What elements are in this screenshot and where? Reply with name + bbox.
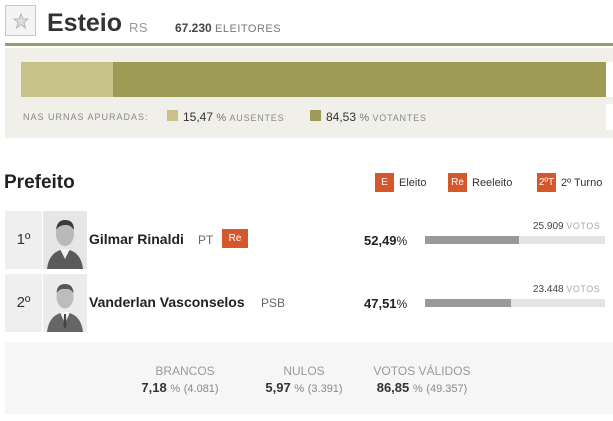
absent-stat: 15,47 % AUSENTES <box>183 110 284 124</box>
voters-pct: 84,53 <box>326 110 357 124</box>
candidate-party: PT <box>198 233 214 247</box>
candidate-pct-value: 47,51 <box>364 296 397 311</box>
candidate-votes: 23.448 VOTOS <box>533 284 600 295</box>
voters-count: 67.230 ELEITORES <box>175 21 281 35</box>
turnout-label: NAS URNAS APURADAS: <box>23 112 149 122</box>
null-votes-value: 5,97 % (3.391) <box>239 380 369 395</box>
candidate-votes: 25.909 VOTOS <box>533 221 600 232</box>
vote-bar-fill <box>425 236 520 244</box>
absent-pct: 15,47 <box>183 110 214 124</box>
candidate-photo <box>43 211 87 269</box>
elected-badge: E <box>375 173 394 192</box>
vote-bar-fill <box>425 299 511 307</box>
blank-votes-pct: 7,18 <box>141 380 167 395</box>
candidate-photo <box>43 274 87 332</box>
candidate-name: Vanderlan Vasconselos <box>89 294 245 310</box>
voters-label: ELEITORES <box>215 23 282 35</box>
candidate-party: PSB <box>261 296 286 310</box>
voters-legend-swatch <box>310 110 321 121</box>
turnout-bar <box>21 62 613 97</box>
turnout-bar-edge <box>606 62 613 97</box>
header-divider <box>5 43 613 46</box>
absent-legend-swatch <box>167 110 178 121</box>
valid-votes-label: VOTOS VÁLIDOS <box>373 364 471 378</box>
candidate-pct-value: 52,49 <box>364 233 397 248</box>
votes-count: 23.448 <box>533 284 564 295</box>
candidate-status-badge: Re <box>222 229 248 248</box>
vote-bar-track <box>425 299 605 307</box>
turnout-panel-edge <box>606 104 613 130</box>
candidate-rank: 2º <box>5 274 42 332</box>
null-votes-label: NULOS <box>283 364 325 378</box>
percent-sign: % <box>294 383 305 395</box>
votes-count: 25.909 <box>533 221 564 232</box>
valid-votes-count: (49.357) <box>426 383 468 395</box>
voters-stat: 84,53 % VOTANTES <box>326 110 427 124</box>
state-code: RS <box>129 20 149 35</box>
candidate-rank: 1º <box>5 211 42 269</box>
candidate-photo-image <box>43 211 87 269</box>
second-round-badge: 2ºT <box>537 173 556 192</box>
voters-turnout-label: VOTANTES <box>372 113 427 123</box>
percent-sign: % <box>396 297 408 311</box>
null-votes-pct: 5,97 <box>265 380 291 395</box>
votes-label: VOTOS <box>566 284 601 294</box>
blank-votes-value: 7,18 % (4.081) <box>115 380 245 395</box>
candidate-row[interactable]: 2º Vanderlan Vasconselos PSB 47,51% 23.4… <box>5 274 613 332</box>
favorite-star-button[interactable] <box>5 5 36 36</box>
valid-votes-pct: 86,85 <box>376 380 410 395</box>
second-round-legend-label: 2º Turno <box>561 177 603 189</box>
reelected-badge: Re <box>448 173 467 192</box>
percent-sign: % <box>359 112 370 124</box>
blank-votes-count: (4.081) <box>183 383 219 395</box>
percent-sign: % <box>216 112 227 124</box>
candidate-photo-image <box>43 274 87 332</box>
vote-bar-track <box>425 236 605 244</box>
star-icon <box>13 13 29 29</box>
elected-legend-label: Eleito <box>399 177 427 189</box>
blank-votes-label: BRANCOS <box>155 364 215 378</box>
candidate-percentage: 52,49% <box>364 233 407 248</box>
percent-sign: % <box>396 234 408 248</box>
reelected-legend-label: Reeleito <box>472 177 513 189</box>
absent-label: AUSENTES <box>229 113 285 123</box>
voters-number: 67.230 <box>175 21 212 35</box>
null-votes-count: (3.391) <box>307 383 343 395</box>
candidate-row[interactable]: 1º Gilmar Rinaldi PT Re 52,49% 25.909 VO… <box>5 211 613 269</box>
summary-panel: BRANCOS 7,18 % (4.081) NULOS 5,97 % (3.3… <box>5 342 613 414</box>
votes-label: VOTOS <box>566 221 601 231</box>
valid-votes-value: 86,85 % (49.357) <box>357 380 487 395</box>
turnout-bar-absent <box>21 62 113 97</box>
candidate-percentage: 47,51% <box>364 296 407 311</box>
office-title: Prefeito <box>4 172 75 193</box>
candidate-name: Gilmar Rinaldi <box>89 231 184 247</box>
percent-sign: % <box>170 383 181 395</box>
city-name: Esteio <box>47 9 123 37</box>
percent-sign: % <box>412 383 423 395</box>
